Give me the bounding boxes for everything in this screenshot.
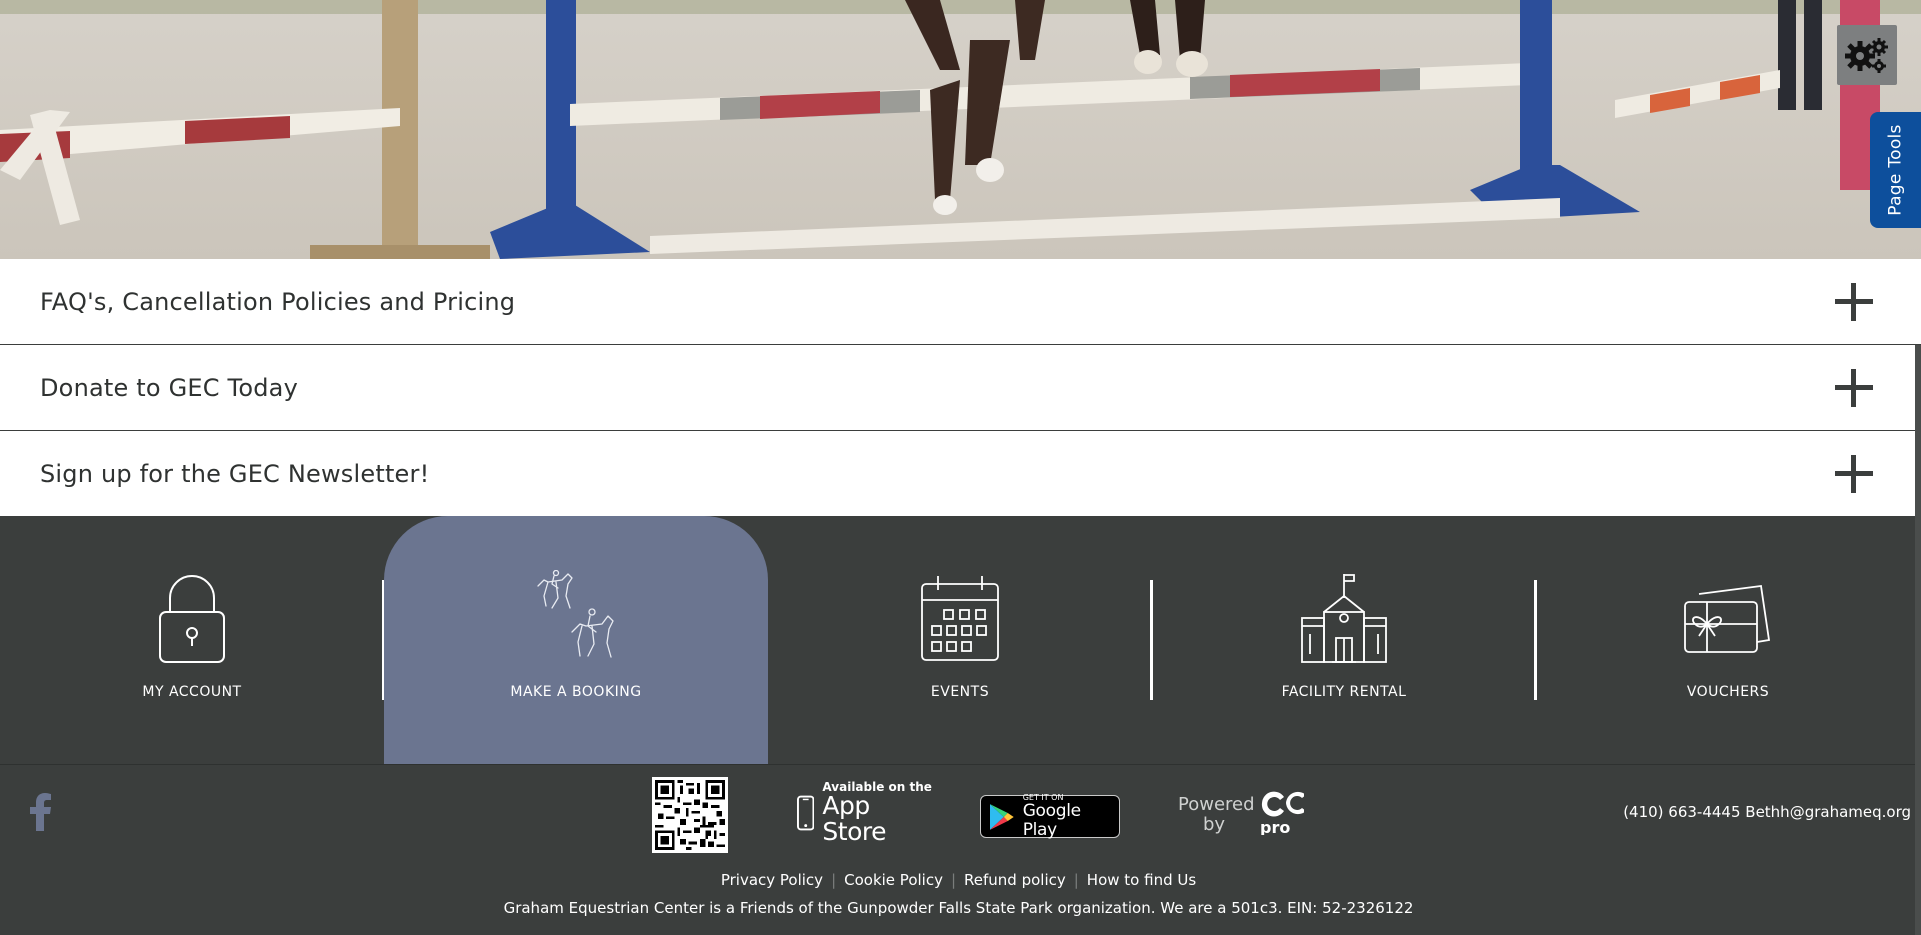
quicknav-vouchers[interactable]: VOUCHERS [1536,516,1920,764]
page-tools-gear-button[interactable] [1837,25,1897,85]
accordion-title: FAQ's, Cancellation Policies and Pricing [40,287,516,316]
qr-code-image [655,780,725,850]
quicknav-my-account[interactable]: MY ACCOUNT [0,516,384,764]
contact-info[interactable]: (410) 663-4445 Bethh@grahameq.org [1623,803,1911,821]
accordion-title: Sign up for the GEC Newsletter! [40,460,430,488]
scrollbar[interactable] [1915,345,1921,935]
google-play-big: Google Play [1022,801,1081,840]
svg-text:pro: pro [1260,818,1290,835]
footer-links: Privacy Policy | Cookie Policy | Refund poli… [720,871,1197,889]
footer: Available on the App Store GET IT ON Goo… [0,764,1917,935]
hero-image [0,0,1921,259]
quicknav-label: MAKE A BOOKING [510,684,642,700]
quick-nav: MY ACCOUNT MAKE A BOOKING EVENTS FACILIT… [0,516,1917,764]
accordion-item-faq[interactable]: FAQ's, Cancellation Policies and Pricing [0,259,1921,345]
show-jump-photo [0,0,1921,259]
plus-icon[interactable] [1835,368,1873,407]
page-tools-label: Page Tools [1885,124,1906,216]
powered-by-text: Powered by [1178,794,1255,835]
quicknav-facility-rental[interactable]: FACILITY RENTAL [1152,516,1536,764]
padlock-icon [159,575,225,663]
accordion: FAQ's, Cancellation Policies and Pricing… [0,259,1921,517]
plus-icon[interactable] [1835,282,1873,321]
gift-card-icon [1684,584,1771,653]
building-icon [1301,574,1387,663]
app-store-badge[interactable]: Available on the App Store [797,781,937,845]
accordion-item-donate[interactable]: Donate to GEC Today [0,345,1921,431]
quicknav-label: VOUCHERS [1686,684,1770,700]
ecpro-logo-icon: pro [1260,791,1306,837]
qr-code [652,777,728,853]
facebook-icon [30,793,51,831]
gears-icon [1845,38,1888,73]
app-store-big: App Store [822,791,886,846]
quicknav-label: MY ACCOUNT [142,684,242,700]
calendar-icon [921,576,999,661]
phone-icon [797,795,815,831]
cookie-policy-link[interactable]: Cookie Policy [844,871,943,889]
quicknav-events[interactable]: EVENTS [768,516,1152,764]
accordion-item-newsletter[interactable]: Sign up for the GEC Newsletter! [0,431,1921,517]
facebook-link[interactable] [30,793,52,835]
quicknav-make-a-booking[interactable]: MAKE A BOOKING [384,516,768,764]
quicknav-label: FACILITY RENTAL [1281,684,1407,700]
quicknav-label: EVENTS [930,684,990,700]
privacy-policy-link[interactable]: Privacy Policy [721,871,823,889]
plus-icon[interactable] [1835,455,1873,493]
horse-riders-icon [537,570,614,658]
refund-policy-link[interactable]: Refund policy [964,871,1066,889]
accordion-title: Donate to GEC Today [40,373,298,402]
how-to-find-us-link[interactable]: How to find Us [1087,871,1196,889]
legal-text: Graham Equestrian Center is a Friends of… [503,899,1414,917]
ecpro-logo[interactable]: pro [1260,789,1306,839]
page-tools-tab[interactable]: Page Tools [1870,112,1921,228]
google-play-icon [989,803,1014,830]
google-play-badge[interactable]: GET IT ON Google Play [980,793,1120,840]
